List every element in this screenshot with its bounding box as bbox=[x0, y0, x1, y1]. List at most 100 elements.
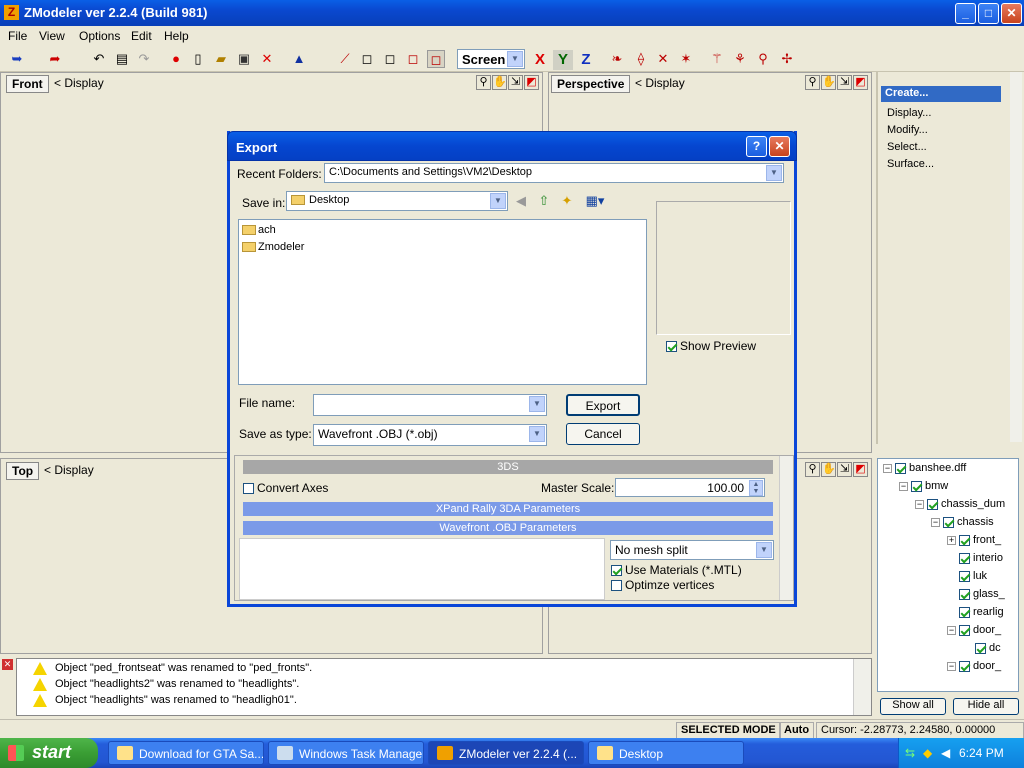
viewport-label-front[interactable]: Front bbox=[6, 75, 49, 93]
chevron-down-icon[interactable]: ▼ bbox=[529, 396, 545, 412]
new-file-icon[interactable]: ▯ bbox=[189, 50, 207, 68]
export-button[interactable]: Export bbox=[566, 394, 640, 416]
close-button[interactable]: ✕ bbox=[1001, 3, 1022, 24]
help-button[interactable]: ? bbox=[746, 136, 767, 157]
display-toggle-front[interactable]: < Display bbox=[54, 76, 104, 90]
maximize-viewport-icon[interactable]: ◩ bbox=[524, 75, 539, 90]
collapse-icon[interactable]: − bbox=[947, 625, 956, 635]
task-download-gta[interactable]: Download for GTA Sa... bbox=[108, 741, 264, 765]
start-button[interactable]: start bbox=[0, 738, 98, 768]
checkbox-checked-icon[interactable] bbox=[911, 480, 922, 492]
tool-b-icon[interactable]: ⚘ bbox=[731, 50, 749, 68]
close-log-icon[interactable]: ✕ bbox=[2, 659, 13, 670]
checkbox-checked-icon[interactable] bbox=[959, 624, 970, 636]
import-icon[interactable]: ➥ bbox=[8, 50, 26, 68]
collapse-icon[interactable]: − bbox=[915, 499, 924, 509]
save-icon[interactable]: ▣ bbox=[235, 50, 253, 68]
cube-edges-icon[interactable]: ◻ bbox=[381, 50, 399, 68]
optimize-vertices-checkbox[interactable]: Optimze vertices bbox=[611, 578, 714, 592]
panel-scrollbar[interactable] bbox=[1010, 72, 1022, 442]
link-icon[interactable]: ❧ bbox=[608, 50, 626, 68]
redo-icon[interactable]: ↷ bbox=[135, 50, 153, 68]
task-task-manager[interactable]: Windows Task Manager bbox=[268, 741, 424, 765]
convert-axes-checkbox[interactable]: Convert Axes bbox=[243, 481, 328, 495]
surface-menu-item[interactable]: Surface... bbox=[887, 158, 934, 170]
checkbox-checked-icon[interactable] bbox=[975, 642, 986, 654]
zoom-icon[interactable]: ⚲ bbox=[476, 75, 491, 90]
save-in-select[interactable]: Desktop ▼ bbox=[286, 191, 508, 211]
axis-z-button[interactable]: Z bbox=[576, 50, 596, 70]
tree-node[interactable]: dc bbox=[963, 642, 1001, 654]
checkbox-checked-icon[interactable] bbox=[959, 660, 970, 672]
fit-icon[interactable]: ⇲ bbox=[837, 75, 852, 90]
figure-icon[interactable]: ⚲ bbox=[754, 50, 772, 68]
checkbox-checked-icon[interactable] bbox=[959, 534, 970, 546]
zmodeler-app-icon[interactable]: Z bbox=[4, 5, 19, 20]
filename-input[interactable]: ▼ bbox=[313, 394, 547, 416]
chevron-down-icon[interactable]: ▼ bbox=[756, 542, 772, 558]
tree-node[interactable]: luk bbox=[947, 570, 987, 582]
pyramid-icon[interactable]: ▲ bbox=[290, 50, 308, 68]
checkbox-checked-icon[interactable] bbox=[895, 462, 906, 474]
pan-hand-icon[interactable]: ✋ bbox=[821, 75, 836, 90]
cube-icon[interactable]: ◻ bbox=[358, 50, 376, 68]
file-list[interactable]: ach Zmodeler bbox=[238, 219, 647, 385]
list-item[interactable]: Zmodeler bbox=[242, 241, 304, 253]
task-zmodeler[interactable]: ZModeler ver 2.2.4 (... bbox=[428, 741, 584, 765]
dialog-title-bar[interactable]: Export ? ✕ bbox=[227, 131, 797, 161]
tree-node[interactable]: − banshee.dff bbox=[883, 462, 966, 474]
hide-all-button[interactable]: Hide all bbox=[953, 698, 1019, 715]
axis-x-button[interactable]: X bbox=[530, 50, 550, 70]
list-item[interactable]: ach bbox=[242, 224, 276, 236]
delete-icon[interactable]: ✕ bbox=[258, 50, 276, 68]
collapse-icon[interactable]: − bbox=[899, 481, 908, 491]
display-toggle-perspective[interactable]: < Display bbox=[635, 76, 685, 90]
task-desktop[interactable]: Desktop bbox=[588, 741, 744, 765]
recent-folders-select[interactable]: C:\Documents and Settings\VM2\Desktop ▼ bbox=[324, 163, 784, 183]
checkbox-checked-icon[interactable] bbox=[959, 606, 970, 618]
viewport-label-perspective[interactable]: Perspective bbox=[551, 75, 631, 93]
save-type-select[interactable]: Wavefront .OBJ (*.obj) ▼ bbox=[313, 424, 547, 446]
modify-menu-item[interactable]: Modify... bbox=[887, 124, 928, 136]
options-scrollbar[interactable] bbox=[779, 456, 793, 600]
view-menu-icon[interactable]: ▦▾ bbox=[582, 192, 608, 210]
tree-node[interactable]: − bmw bbox=[899, 480, 948, 492]
tree-node[interactable]: − door_ bbox=[947, 624, 1001, 636]
checkbox-checked-icon[interactable] bbox=[959, 570, 970, 582]
show-preview-checkbox[interactable]: Show Preview bbox=[666, 339, 756, 353]
spinner-icon[interactable]: ▲ ▼ bbox=[749, 480, 763, 496]
maximize-button[interactable]: □ bbox=[978, 3, 999, 24]
cancel-button[interactable]: Cancel bbox=[566, 423, 640, 445]
tree-node[interactable]: + front_ bbox=[947, 534, 1001, 546]
network-icon[interactable]: ⇆ bbox=[905, 746, 915, 760]
chevron-down-icon[interactable]: ▼ bbox=[490, 193, 506, 209]
checkbox-checked-icon[interactable] bbox=[959, 588, 970, 600]
undo-icon[interactable]: ↶ bbox=[90, 50, 108, 68]
axis-y-button[interactable]: Y bbox=[553, 50, 573, 70]
checkbox-checked-icon[interactable] bbox=[943, 516, 954, 528]
expand-icon[interactable]: + bbox=[947, 535, 956, 545]
chevron-down-icon[interactable]: ▼ bbox=[529, 426, 545, 442]
auto-indicator[interactable]: Auto bbox=[779, 722, 815, 739]
checkbox-checked-icon[interactable] bbox=[927, 498, 938, 510]
vertex-icon[interactable]: ⟋ bbox=[336, 50, 354, 68]
up-folder-icon[interactable]: ⇧ bbox=[535, 192, 553, 210]
split-icon[interactable]: ✕ bbox=[654, 50, 672, 68]
open-folder-icon[interactable]: ▰ bbox=[212, 50, 230, 68]
volume-icon[interactable]: ◀ bbox=[941, 746, 950, 760]
collapse-icon[interactable]: − bbox=[883, 463, 892, 473]
cube-select-icon[interactable]: ◻ bbox=[427, 50, 445, 68]
title-bar[interactable]: Z ZModeler ver 2.2.4 (Build 981) _ □ ✕ bbox=[0, 0, 1024, 26]
show-all-button[interactable]: Show all bbox=[880, 698, 946, 715]
bone-icon[interactable]: ⟠ bbox=[632, 50, 650, 68]
fit-icon[interactable]: ⇲ bbox=[837, 462, 852, 477]
dialog-close-button[interactable]: ✕ bbox=[769, 136, 790, 157]
checkbox-checked-icon[interactable] bbox=[959, 552, 970, 564]
record-icon[interactable]: ● bbox=[167, 50, 185, 68]
clock[interactable]: 6:24 PM bbox=[959, 746, 1004, 760]
zoom-icon[interactable]: ⚲ bbox=[805, 462, 820, 477]
tree-node[interactable]: − chassis_dum bbox=[915, 498, 1005, 510]
maximize-viewport-icon[interactable]: ◩ bbox=[853, 75, 868, 90]
menu-file[interactable]: File bbox=[8, 29, 27, 43]
cube-faces-icon[interactable]: ◻ bbox=[404, 50, 422, 68]
